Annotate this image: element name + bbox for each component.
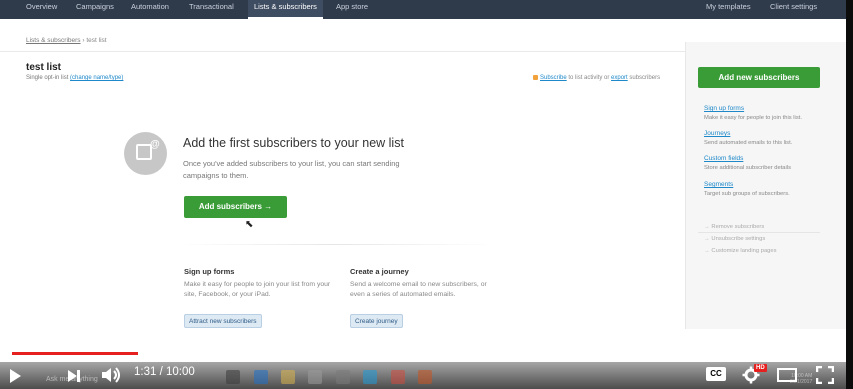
unsubscribe-settings-link[interactable]: Unsubscribe settings xyxy=(704,236,765,242)
nav-transactional[interactable]: Transactional xyxy=(189,0,234,19)
add-subscribers-button[interactable]: Add subscribers → xyxy=(184,196,287,218)
browser-status-text: javascript:showmodal('/subscriber/add/de… xyxy=(4,356,154,362)
sidebar-link-journeys[interactable]: Journeys xyxy=(704,130,730,137)
remove-subscribers-link[interactable]: Remove subscribers xyxy=(704,224,764,230)
sidebar-link-custom-fields[interactable]: Custom fields xyxy=(704,155,743,162)
edge-icon xyxy=(254,370,268,384)
play-icon[interactable] xyxy=(8,368,22,384)
create-journey-button[interactable]: Create journey xyxy=(350,314,403,328)
list-activity-line: Subscribe to list activity or export sub… xyxy=(533,75,660,81)
subscribers-empty-icon: @ xyxy=(124,132,167,175)
nav-overview[interactable]: Overview xyxy=(26,0,57,19)
at-sign-icon: @ xyxy=(150,139,160,150)
captions-button[interactable]: CC xyxy=(706,367,726,381)
change-name-type-link[interactable]: (change name/type) xyxy=(70,75,123,81)
activity-text: to list activity or xyxy=(566,75,612,81)
right-edge-strip xyxy=(846,0,853,389)
customize-landing-pages-link[interactable]: Customize landing pages xyxy=(704,248,776,254)
top-navigation: Overview Campaigns Automation Transactio… xyxy=(0,0,846,19)
add-new-subscribers-button[interactable]: Add new subscribers xyxy=(698,67,820,88)
video-time: 1:31 / 10:00 xyxy=(134,366,195,378)
video-played xyxy=(12,352,138,355)
current-time: 1:31 xyxy=(134,366,157,378)
fullscreen-icon[interactable] xyxy=(816,366,834,384)
app-icon xyxy=(336,370,350,384)
video-progress-bar[interactable] xyxy=(12,352,840,355)
browser-viewport: Overview Campaigns Automation Transactio… xyxy=(0,0,846,389)
nav-campaigns[interactable]: Campaigns xyxy=(76,0,114,19)
breadcrumb-separator: › xyxy=(82,37,85,44)
sidebar-divider xyxy=(698,232,820,233)
nav-my-templates[interactable]: My templates xyxy=(706,0,751,19)
section-divider xyxy=(176,244,496,245)
list-type-line: Single opt-in list (change name/type) xyxy=(26,75,123,81)
sidebar-link-segments[interactable]: Segments xyxy=(704,181,733,188)
file-explorer-icon xyxy=(281,370,295,384)
nav-automation[interactable]: Automation xyxy=(131,0,169,19)
theater-mode-icon[interactable] xyxy=(777,368,797,382)
sidebar-desc-journeys: Send automated emails to this list. xyxy=(704,140,793,146)
sidebar-link-signup-forms[interactable]: Sign up forms xyxy=(704,105,744,112)
export-link[interactable]: export xyxy=(611,75,628,81)
main-content: Lists & subscribers › test list test lis… xyxy=(0,19,846,329)
subscribe-activity-link[interactable]: Subscribe xyxy=(540,75,567,81)
hd-badge: HD xyxy=(754,364,767,372)
export-suffix-text: subscribers xyxy=(627,75,661,81)
list-type-text: Single opt-in list xyxy=(26,75,69,81)
task-view-icon xyxy=(226,370,240,384)
breadcrumb-lists-link[interactable]: Lists & subscribers xyxy=(26,37,81,44)
sidebar-desc-signup-forms: Make it easy for people to join this lis… xyxy=(704,115,802,121)
signup-forms-title: Sign up forms xyxy=(184,267,235,276)
create-journey-title: Create a journey xyxy=(350,267,409,276)
create-journey-desc: Send a welcome email to new subscribers,… xyxy=(350,281,487,298)
signup-forms-desc: Make it easy for people to join your lis… xyxy=(184,281,331,298)
empty-state-description: Once you've added subscribers to your li… xyxy=(183,159,400,180)
attract-new-subscribers-button[interactable]: Attract new subscribers xyxy=(184,314,262,328)
nav-app-store[interactable]: App store xyxy=(336,0,368,19)
breadcrumb: Lists & subscribers › test list xyxy=(26,37,107,44)
breadcrumb-current: test list xyxy=(86,37,107,44)
store-icon xyxy=(308,370,322,384)
volume-icon[interactable] xyxy=(100,366,122,384)
sidebar-desc-segments: Target sub groups of subscribers. xyxy=(704,191,790,197)
empty-state-title: Add the first subscribers to your new li… xyxy=(183,136,404,150)
taskbar-app-icon xyxy=(418,370,432,384)
mouse-cursor-icon: ⬉ xyxy=(245,219,254,230)
rss-icon xyxy=(533,75,538,80)
next-icon[interactable] xyxy=(66,368,82,384)
nav-lists-subscribers[interactable]: Lists & subscribers xyxy=(248,0,323,19)
duration: 10:00 xyxy=(165,366,195,378)
nav-client-settings[interactable]: Client settings xyxy=(770,0,817,19)
skype-icon xyxy=(363,370,377,384)
page-title: test list xyxy=(26,62,62,73)
time-separator: / xyxy=(156,366,166,378)
chrome-icon xyxy=(391,370,405,384)
sidebar-desc-custom-fields: Store additional subscriber details xyxy=(704,165,792,171)
header-divider xyxy=(0,51,685,52)
